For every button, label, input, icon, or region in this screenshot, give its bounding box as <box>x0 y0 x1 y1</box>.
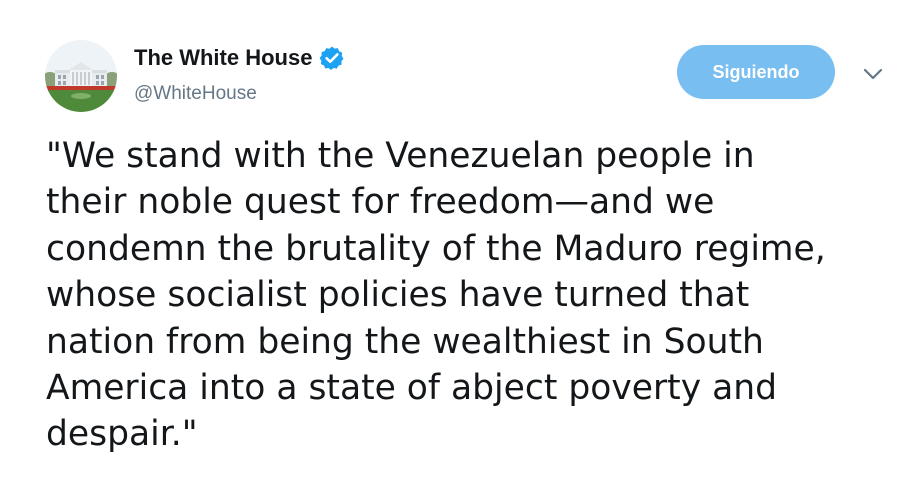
tweet-text-line: America into a state of abject poverty a… <box>46 368 777 409</box>
tweet-text-line: their noble quest for freedom—and we <box>46 182 715 223</box>
tweet-text: "We stand with the Venezuelan people in … <box>46 133 896 458</box>
tweet-text-line: despair." <box>46 414 198 455</box>
following-button[interactable]: Siguiendo <box>677 45 835 99</box>
tweet-text-line: whose socialist policies have turned tha… <box>46 275 750 316</box>
chevron-down-icon[interactable] <box>860 64 886 84</box>
display-name[interactable]: The White House <box>134 44 312 72</box>
tweet-text-line: "We stand with the Venezuelan people in <box>46 136 755 176</box>
white-house-avatar-image <box>45 40 117 112</box>
profile-avatar[interactable] <box>45 40 117 112</box>
tweet-card: The White House @WhiteHouse Siguiendo "W… <box>0 0 912 480</box>
verified-badge-icon <box>319 45 345 71</box>
tweet-text-line: condemn the brutality of the Maduro regi… <box>46 228 826 269</box>
account-handle[interactable]: @WhiteHouse <box>134 82 257 106</box>
tweet-text-line: nation from being the wealthiest in Sout… <box>46 321 764 362</box>
account-name-row: The White House <box>134 44 345 72</box>
